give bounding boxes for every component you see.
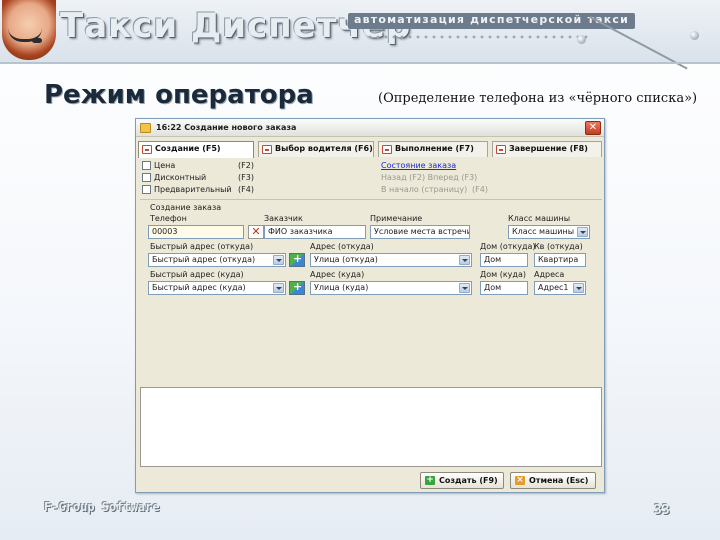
option-label: Дисконтный (154, 173, 207, 182)
note-label: Примечание (370, 214, 423, 223)
order-window: 16:22 Создание нового заказа ✕ Создание … (135, 118, 605, 493)
chevron-down-icon[interactable] (273, 283, 284, 293)
add-address-to-button[interactable] (289, 280, 305, 295)
apt-from-input[interactable]: Квартира (534, 253, 586, 267)
footer-company: F-Group Software (44, 500, 160, 514)
tab-icon (496, 145, 506, 154)
chevron-down-icon[interactable] (573, 283, 584, 293)
chevron-down-icon[interactable] (459, 283, 470, 293)
option-label: Предварительный (154, 185, 232, 194)
cancel-icon: × (515, 475, 525, 485)
checkbox[interactable] (142, 185, 151, 194)
option-label: Цена (154, 161, 176, 170)
tab-label: Выбор водителя (F6) (275, 144, 373, 153)
phone-input[interactable]: 00003 (148, 225, 244, 239)
addresses-label: Адреса (534, 270, 565, 279)
slide-title: Режим оператора (44, 80, 314, 110)
cancel-button-label: Отмена (Esc) (529, 476, 589, 485)
option-shortcut: (F3) (238, 173, 254, 182)
window-app-icon (140, 123, 151, 133)
quick-from-select[interactable]: Быстрый адрес (откуда) (148, 253, 286, 267)
phone-label: Телефон (150, 214, 187, 223)
window-title: 16:22 Создание нового заказа (156, 123, 297, 132)
option-shortcut: (F2) (238, 161, 254, 170)
apt-from-label: Кв (откуда) (534, 242, 583, 251)
tab-icon (142, 145, 152, 154)
addr-to-select[interactable]: Улица (куда) (310, 281, 472, 295)
addr-to-label: Адрес (куда) (310, 270, 365, 279)
quick-to-select[interactable]: Быстрый адрес (куда) (148, 281, 286, 295)
close-button[interactable]: ✕ (585, 121, 601, 135)
tab-bar: Создание (F5) Выбор водителя (F6) Выполн… (138, 141, 602, 158)
cancel-button[interactable]: × Отмена (Esc) (510, 472, 596, 489)
checkbox[interactable] (142, 161, 151, 170)
tagline-area: автоматизация диспетчерской такси (348, 13, 720, 49)
house-from-input[interactable]: Дом (480, 253, 528, 267)
nav-to-start[interactable]: В начало (страницу) (381, 185, 467, 194)
addr-from-value: Улица (откуда) (314, 255, 378, 264)
tab-finish[interactable]: Завершение (F8) (492, 141, 602, 157)
checkbox[interactable] (142, 173, 151, 182)
window-titlebar[interactable]: 16:22 Создание нового заказа ✕ (136, 119, 604, 137)
car-class-label: Класс машины (508, 214, 571, 223)
option-shortcut: (F4) (238, 185, 254, 194)
tab-label: Создание (F5) (155, 144, 221, 153)
plus-icon: + (425, 475, 435, 485)
add-address-from-button[interactable] (289, 252, 305, 267)
addresses-value: Адрес1 (538, 283, 569, 292)
page-number: 33 (654, 503, 670, 518)
option-price[interactable]: Цена (F2) (142, 161, 262, 171)
order-form-title: Создание заказа (150, 203, 222, 212)
customer-input[interactable]: ФИО заказчика (264, 225, 366, 239)
car-class-value: Класс машины (512, 227, 575, 236)
tab-execution[interactable]: Выполнение (F7) (378, 141, 488, 157)
tab-icon (382, 145, 392, 154)
car-class-select[interactable]: Класс машины (508, 225, 590, 239)
dots-decoration (366, 35, 592, 39)
operator-avatar (2, 0, 56, 60)
customer-label: Заказчик (264, 214, 303, 223)
header-divider (0, 62, 720, 64)
brand-tagline: автоматизация диспетчерской такси (348, 13, 635, 29)
house-from-label: Дом (откуда) (480, 242, 536, 251)
ball-decoration (577, 35, 586, 44)
house-to-label: Дом (куда) (480, 270, 526, 279)
tab-create[interactable]: Создание (F5) (138, 141, 254, 158)
chevron-down-icon[interactable] (577, 227, 588, 237)
option-preliminary[interactable]: Предварительный (F4) (142, 185, 262, 195)
clear-phone-button[interactable]: ✕ (248, 225, 264, 239)
addr-from-label: Адрес (откуда) (310, 242, 374, 251)
note-input[interactable]: Условие места встречи (370, 225, 470, 239)
tab-icon (262, 145, 272, 154)
microphone-icon (32, 38, 42, 43)
option-discount[interactable]: Дисконтный (F3) (142, 173, 262, 183)
nav-back-forward[interactable]: Назад (F2) Вперед (F3) (381, 173, 477, 182)
slide-subtitle: (Определение телефона из «чёрного списка… (378, 91, 698, 106)
chevron-down-icon[interactable] (459, 255, 470, 265)
slide-header: Такси Диспетчер автоматизация диспетчерс… (0, 0, 720, 70)
quick-to-label: Быстрый адрес (куда) (150, 270, 244, 279)
order-notes-area[interactable] (140, 387, 602, 467)
create-button-label: Создать (F9) (439, 476, 498, 485)
addr-from-select[interactable]: Улица (откуда) (310, 253, 472, 267)
chevron-down-icon[interactable] (273, 255, 284, 265)
addresses-select[interactable]: Адрес1 (534, 281, 586, 295)
addr-to-value: Улица (куда) (314, 283, 369, 292)
tab-label: Завершение (F8) (509, 144, 588, 153)
order-status-link[interactable]: Состояние заказа (381, 161, 456, 170)
quick-from-label: Быстрый адрес (откуда) (150, 242, 254, 251)
tab-driver[interactable]: Выбор водителя (F6) (258, 141, 374, 157)
nav-to-start-shortcut: (F4) (472, 185, 488, 194)
tab-label: Выполнение (F7) (395, 144, 474, 153)
quick-to-value: Быстрый адрес (куда) (152, 283, 246, 292)
ball-decoration (690, 31, 699, 40)
quick-from-value: Быстрый адрес (откуда) (152, 255, 256, 264)
house-to-input[interactable]: Дом (480, 281, 528, 295)
create-button[interactable]: + Создать (F9) (420, 472, 504, 489)
